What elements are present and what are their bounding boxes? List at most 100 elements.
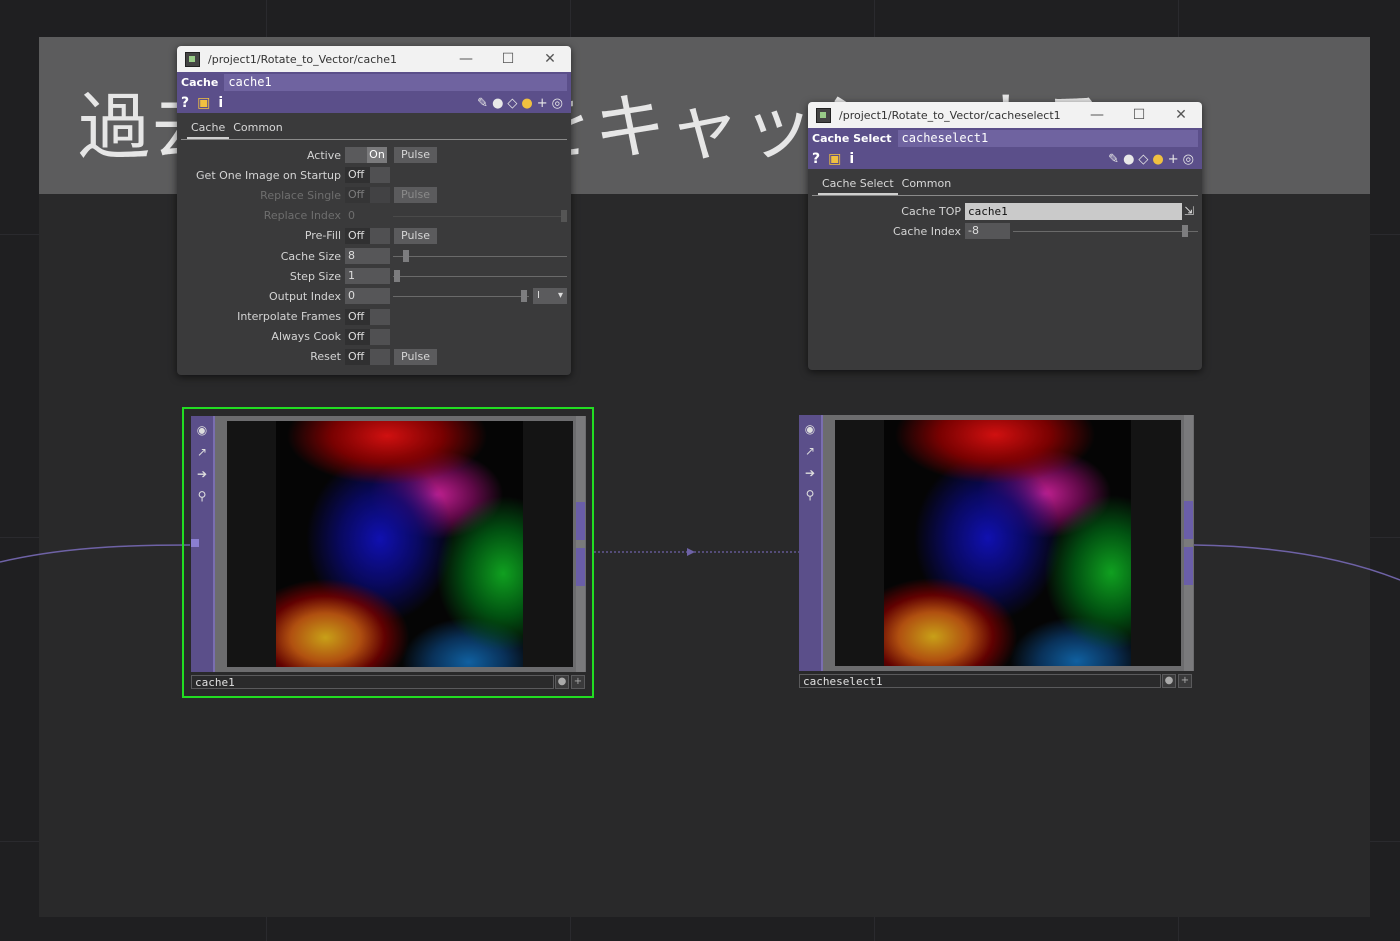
cacheselect-param-window[interactable]: /project1/Rotate_to_Vector/cacheselect1 … (808, 102, 1202, 370)
replace-single-pulse-button[interactable]: Pulse (394, 187, 437, 204)
always-cook-toggle[interactable]: Off (345, 328, 390, 345)
output-port[interactable] (576, 502, 585, 540)
target-icon[interactable]: ◎ (552, 96, 563, 111)
help-icon[interactable]: ? (812, 151, 820, 167)
output-wire[interactable] (1193, 544, 1400, 581)
edit-icon[interactable]: ✎ (477, 96, 488, 111)
maximize-button[interactable]: ☐ (487, 51, 529, 67)
python-icon[interactable]: ● (1152, 152, 1163, 167)
cache-index-slider[interactable] (1013, 223, 1198, 239)
node-output-bar (576, 416, 585, 672)
param-get-one-image: Get One Image on Startup Off (177, 165, 571, 185)
display-flag-icon[interactable]: ➔ (802, 465, 818, 481)
help-icon[interactable]: ? (181, 95, 189, 111)
input-wire[interactable] (0, 544, 191, 563)
op-name-field[interactable]: cacheselect1 (897, 130, 1198, 147)
viewer-flag-icon[interactable]: ◉ (194, 422, 210, 438)
step-size-slider[interactable] (393, 268, 567, 284)
node-toggle-icon[interactable]: ● (555, 675, 569, 689)
bypass-flag-icon[interactable]: ↗ (194, 444, 210, 460)
cache1-node[interactable]: ◉ ↗ ➔ ⚲ cache1 ● + (182, 407, 594, 698)
edit-icon[interactable]: ✎ (1108, 152, 1119, 167)
cacheselect1-node[interactable]: ◉ ↗ ➔ ⚲ cacheselect1 ● + (798, 414, 1195, 692)
param-label: Output Index (269, 289, 341, 303)
window-titlebar[interactable]: /project1/Rotate_to_Vector/cache1 — ☐ ✕ (177, 46, 571, 72)
replace-index-field[interactable]: 0 (345, 208, 390, 224)
get-one-image-toggle[interactable]: Off (345, 167, 390, 184)
output-index-field[interactable]: 0 (345, 288, 390, 305)
param-replace-index: Replace Index 0 (177, 206, 571, 226)
output-port[interactable] (1184, 501, 1193, 539)
output-port[interactable] (1184, 547, 1193, 585)
node-output-bar (1184, 415, 1193, 671)
touchdesigner-app-icon (816, 107, 831, 123)
info-icon[interactable]: i (849, 151, 854, 167)
node-name[interactable]: cache1 (191, 675, 554, 689)
param-label: Active (306, 148, 341, 162)
maximize-button[interactable]: ☐ (1118, 107, 1160, 123)
python-icon[interactable]: ● (521, 96, 532, 111)
tab-common[interactable]: Common (229, 121, 287, 139)
node-viewer[interactable] (835, 420, 1181, 666)
op-header: Cache Select cacheselect1 (808, 128, 1202, 149)
viewer-flag-icon[interactable]: ◉ (802, 421, 818, 437)
param-list: Active On Pulse Get One Image on Startup… (177, 140, 571, 367)
cache-top-field[interactable]: cache1 (965, 202, 1182, 220)
clear-icon[interactable]: ◇ (1138, 152, 1148, 167)
info-icon[interactable]: i (218, 95, 223, 111)
output-port[interactable] (576, 548, 585, 586)
tab-cache-select[interactable]: Cache Select (818, 177, 898, 195)
reset-toggle[interactable]: Off (345, 348, 390, 365)
python-help-icon[interactable]: ▣ (197, 95, 210, 111)
lock-flag-icon[interactable]: ⚲ (802, 487, 818, 503)
comment-icon[interactable]: ● (492, 96, 503, 111)
active-pulse-button[interactable]: Pulse (394, 147, 437, 164)
pointer-icon[interactable]: ⇲ (1184, 204, 1202, 218)
display-flag-icon[interactable]: ➔ (194, 466, 210, 482)
window-titlebar[interactable]: /project1/Rotate_to_Vector/cacheselect1 … (808, 102, 1202, 128)
interpolate-frames-toggle[interactable]: Off (345, 308, 390, 325)
output-index-slider[interactable] (393, 288, 529, 304)
node-name[interactable]: cacheselect1 (799, 674, 1161, 688)
param-active: Active On Pulse (177, 145, 571, 165)
op-toolbar: ? ▣ i ✎ ● ◇ ● + ◎ (177, 93, 571, 113)
op-toolbar: ? ▣ i ✎ ● ◇ ● + ◎ (808, 149, 1202, 169)
replace-single-toggle[interactable]: Off (345, 187, 390, 204)
node-add-icon[interactable]: + (571, 675, 585, 689)
target-icon[interactable]: ◎ (1183, 152, 1194, 167)
node-viewer[interactable] (227, 421, 573, 667)
active-toggle[interactable]: On (345, 147, 390, 164)
param-tabs: Cache Common (181, 113, 567, 140)
op-type-label: Cache Select (812, 132, 892, 145)
lock-flag-icon[interactable]: ⚲ (194, 488, 210, 504)
cache-param-window[interactable]: /project1/Rotate_to_Vector/cache1 — ☐ ✕ … (177, 46, 571, 375)
add-icon[interactable]: + (1168, 152, 1179, 167)
input-port[interactable] (191, 539, 199, 547)
pre-fill-pulse-button[interactable]: Pulse (394, 227, 437, 244)
node-flags: ◉ ↗ ➔ ⚲ (799, 415, 823, 671)
comment-icon[interactable]: ● (1123, 152, 1134, 167)
minimize-button[interactable]: — (445, 51, 487, 67)
op-name-field[interactable]: cache1 (224, 74, 567, 91)
step-size-field[interactable]: 1 (345, 268, 390, 285)
node-add-icon[interactable]: + (1178, 674, 1192, 688)
cache-size-field[interactable]: 8 (345, 248, 390, 265)
replace-index-slider[interactable] (393, 208, 567, 224)
close-button[interactable]: ✕ (529, 51, 571, 67)
python-help-icon[interactable]: ▣ (828, 151, 841, 167)
param-label: Reset (310, 350, 341, 364)
cache-index-field[interactable]: -8 (965, 223, 1010, 240)
output-index-mode-dropdown[interactable]: I ▾ (533, 288, 567, 305)
tab-common[interactable]: Common (898, 177, 956, 195)
param-cache-top: Cache TOP cache1 ⇲ (808, 201, 1202, 221)
pre-fill-toggle[interactable]: Off (345, 227, 390, 244)
reset-pulse-button[interactable]: Pulse (394, 348, 437, 365)
cache-size-slider[interactable] (393, 248, 567, 264)
node-toggle-icon[interactable]: ● (1162, 674, 1176, 688)
close-button[interactable]: ✕ (1160, 107, 1202, 123)
clear-icon[interactable]: ◇ (507, 96, 517, 111)
tab-cache[interactable]: Cache (187, 121, 230, 139)
bypass-flag-icon[interactable]: ↗ (802, 443, 818, 459)
minimize-button[interactable]: — (1076, 107, 1118, 123)
add-icon[interactable]: + (537, 96, 548, 111)
